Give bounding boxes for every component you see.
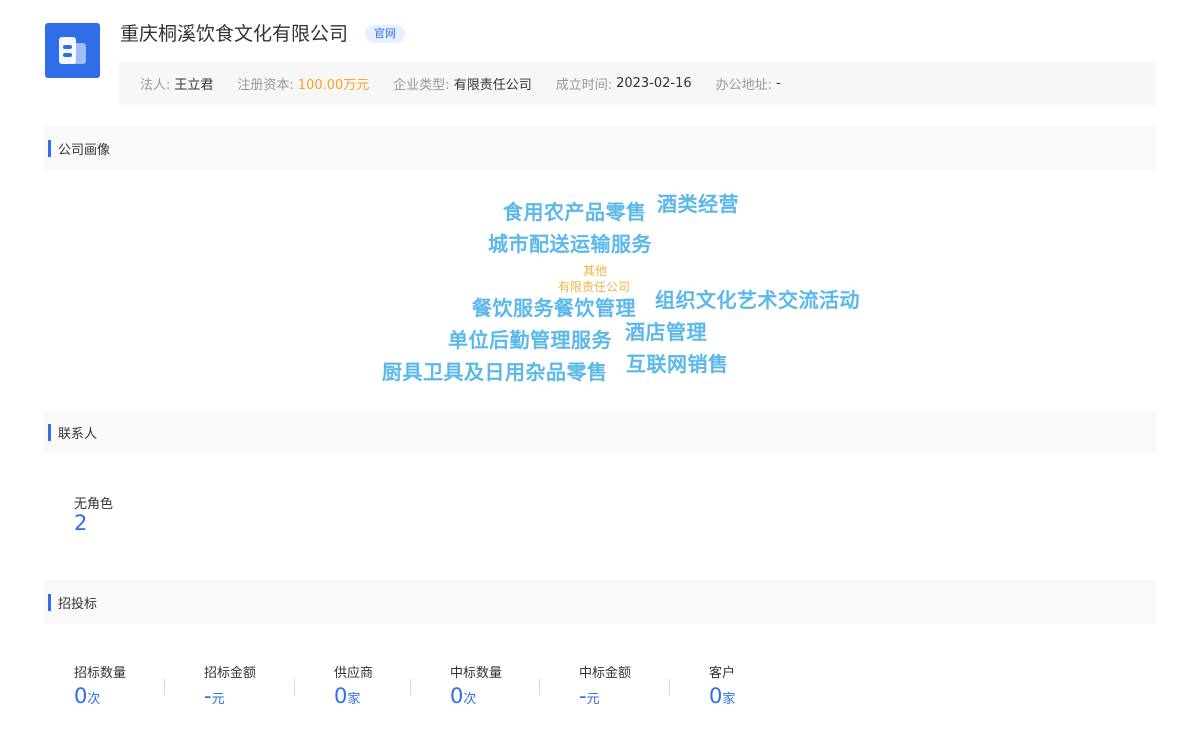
stat-value: - xyxy=(579,684,587,708)
company-type-info: 企业类型: 有限责任公司 xyxy=(393,74,531,93)
building-icon xyxy=(59,37,86,64)
stat-divider xyxy=(669,679,670,695)
company-info-bar: 法人: 王立君 注册资本: 100.00万元 企业类型: 有限责任公司 成立时间… xyxy=(119,62,1156,105)
legal-person-info: 法人: 王立君 xyxy=(140,74,213,93)
info-label: 注册资本: xyxy=(237,78,294,93)
stat-label: 招标金额 xyxy=(204,666,257,681)
info-label: 办公地址: xyxy=(715,78,773,93)
stat-label: 招标数量 xyxy=(74,666,127,681)
company-logo xyxy=(45,23,100,78)
stat-unit: 次 xyxy=(87,692,101,707)
word-cloud-tag: 酒店管理 xyxy=(625,320,707,344)
info-label: 法人: xyxy=(140,78,171,93)
stat-value: 0 xyxy=(709,684,723,708)
section-company-portrait: 公司画像 xyxy=(44,126,1156,170)
section-bidding: 招投标 xyxy=(44,580,1156,624)
office-address-value: - xyxy=(776,76,781,91)
section-accent-bar xyxy=(48,423,51,441)
stat-unit: 元 xyxy=(211,692,225,707)
stat-divider xyxy=(164,679,165,695)
company-name: 重庆桐溪饮食文化有限公司 xyxy=(120,23,349,45)
stat-tender-count: 招标数量 0次 xyxy=(74,662,126,708)
stat-label: 供应商 xyxy=(334,666,374,681)
stat-win-amount: 中标金额 -元 xyxy=(579,662,631,708)
word-cloud-tag: 其他 xyxy=(583,264,608,278)
section-title: 招投标 xyxy=(58,596,98,612)
section-accent-bar xyxy=(48,139,51,157)
word-cloud-tag: 有限责任公司 xyxy=(558,280,631,294)
registered-capital-value: 100.00万元 xyxy=(297,78,370,93)
stat-win-count: 中标数量 0次 xyxy=(450,662,502,708)
stat-divider xyxy=(539,679,540,695)
company-type-value: 有限责任公司 xyxy=(453,78,532,93)
stat-label: 中标金额 xyxy=(579,666,632,681)
contact-role-label: 无角色 xyxy=(74,497,114,512)
word-cloud-tag: 食用农产品零售 xyxy=(503,200,647,224)
stat-unit: 元 xyxy=(586,692,600,707)
stat-suppliers: 供应商 0家 xyxy=(334,662,373,708)
stat-value: 0 xyxy=(74,684,88,708)
section-accent-bar xyxy=(48,593,51,611)
legal-person-value[interactable]: 王立君 xyxy=(174,74,213,93)
section-contacts: 联系人 xyxy=(44,410,1156,454)
contact-count[interactable]: 2 xyxy=(74,511,87,535)
info-label: 成立时间: xyxy=(555,78,613,93)
word-cloud-tag: 单位后勤管理服务 xyxy=(448,328,612,352)
word-cloud-tag: 组织文化艺术交流活动 xyxy=(655,288,860,312)
stat-divider xyxy=(410,679,411,695)
word-cloud-tag: 城市配送运输服务 xyxy=(488,232,652,256)
founded-date-value: 2023-02-16 xyxy=(616,76,692,91)
stat-unit: 次 xyxy=(463,692,477,707)
word-cloud-tag: 厨具卫具及日用杂品零售 xyxy=(382,360,608,384)
stat-label: 中标数量 xyxy=(450,666,503,681)
stat-value: 0 xyxy=(450,684,464,708)
stat-value: - xyxy=(204,684,212,708)
stat-customers: 客户 0家 xyxy=(709,662,735,708)
registered-capital-info: 注册资本: 100.00万元 xyxy=(237,74,369,93)
founded-date-info: 成立时间: 2023-02-16 xyxy=(556,74,692,93)
word-cloud-tag: 餐饮服务餐饮管理 xyxy=(472,296,636,320)
info-label: 企业类型: xyxy=(393,78,450,93)
stat-tender-amount: 招标金额 -元 xyxy=(204,662,256,708)
word-cloud-tag: 互联网销售 xyxy=(626,352,729,376)
word-cloud-tag: 酒类经营 xyxy=(657,192,739,216)
section-title: 联系人 xyxy=(58,426,98,442)
stat-divider xyxy=(294,679,295,695)
stat-value: 0 xyxy=(334,684,348,708)
section-title: 公司画像 xyxy=(58,142,111,158)
stat-unit: 家 xyxy=(347,692,361,707)
stat-unit: 家 xyxy=(722,692,736,707)
office-address-info: 办公地址: - xyxy=(716,74,781,93)
official-website-tag[interactable]: 官网 xyxy=(365,25,405,43)
stat-label: 客户 xyxy=(709,666,736,681)
